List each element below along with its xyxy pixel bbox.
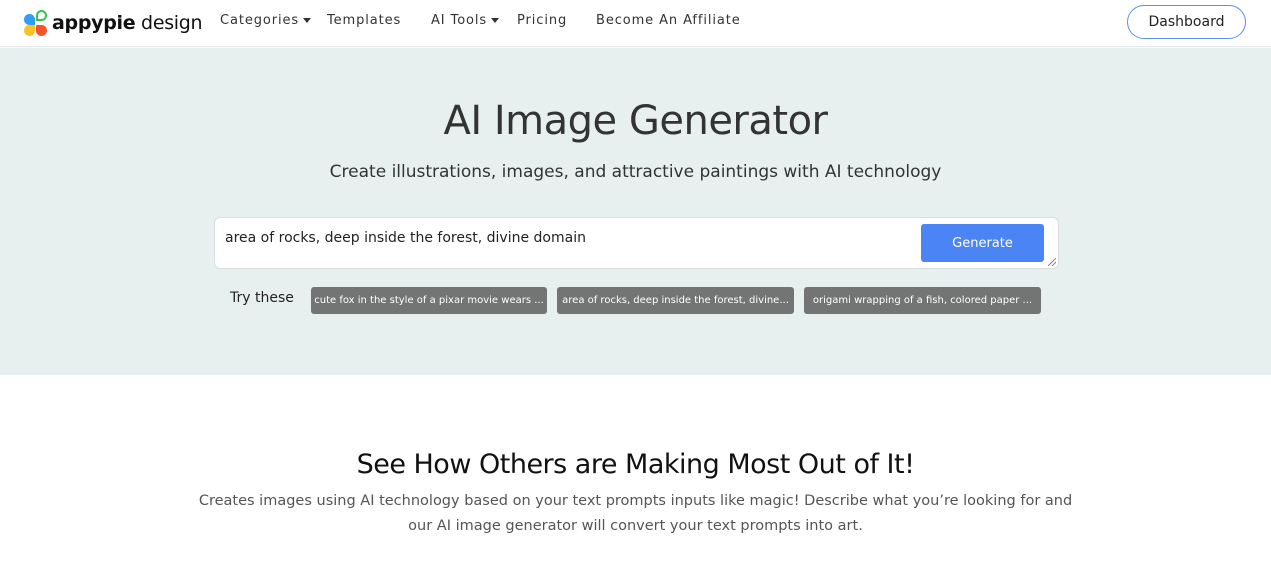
caret-down-icon: [303, 18, 312, 23]
suggestion-chip[interactable]: origami wrapping of a fish, colored pape…: [804, 287, 1041, 314]
nav-pricing-label: Pricing: [517, 13, 568, 28]
prompt-input[interactable]: [225, 230, 915, 246]
nav-ai-tools[interactable]: AI Tools: [431, 13, 500, 28]
nav-templates[interactable]: Templates: [327, 13, 401, 28]
site-header: appypie design Categories Templates AI T…: [0, 0, 1271, 47]
section-title: See How Others are Making Most Out of It…: [356, 449, 915, 480]
try-these-label: Try these: [230, 290, 294, 306]
nav-pricing[interactable]: Pricing: [517, 13, 567, 28]
hero-section: AI Image Generator Create illustrations,…: [0, 48, 1271, 375]
page-title: AI Image Generator: [443, 98, 829, 144]
nav-categories[interactable]: Categories: [220, 13, 312, 28]
hero-subtitle: Create illustrations, images, and attrac…: [329, 162, 942, 182]
dashboard-button[interactable]: Dashboard: [1127, 5, 1246, 39]
appypie-logo-icon: [24, 10, 48, 36]
nav-categories-label: Categories: [220, 13, 300, 28]
suggestion-chip[interactable]: cute fox in the style of a pixar movie w…: [311, 287, 547, 314]
resize-handle-icon[interactable]: [1048, 258, 1056, 266]
section-description: Creates images using AI technology based…: [198, 493, 1073, 534]
suggestion-chip[interactable]: area of rocks, deep inside the forest, d…: [557, 287, 794, 314]
nav-ai-tools-label: AI Tools: [431, 13, 488, 28]
nav-templates-label: Templates: [327, 13, 402, 28]
generate-button[interactable]: Generate: [921, 224, 1044, 262]
nav-affiliate-label: Become An Affiliate: [596, 13, 741, 28]
logo[interactable]: appypie design: [24, 9, 203, 37]
nav-affiliate[interactable]: Become An Affiliate: [596, 13, 741, 28]
caret-down-icon: [491, 18, 500, 23]
prompt-box: Generate: [214, 217, 1059, 269]
logo-text: appypie design: [52, 12, 203, 34]
